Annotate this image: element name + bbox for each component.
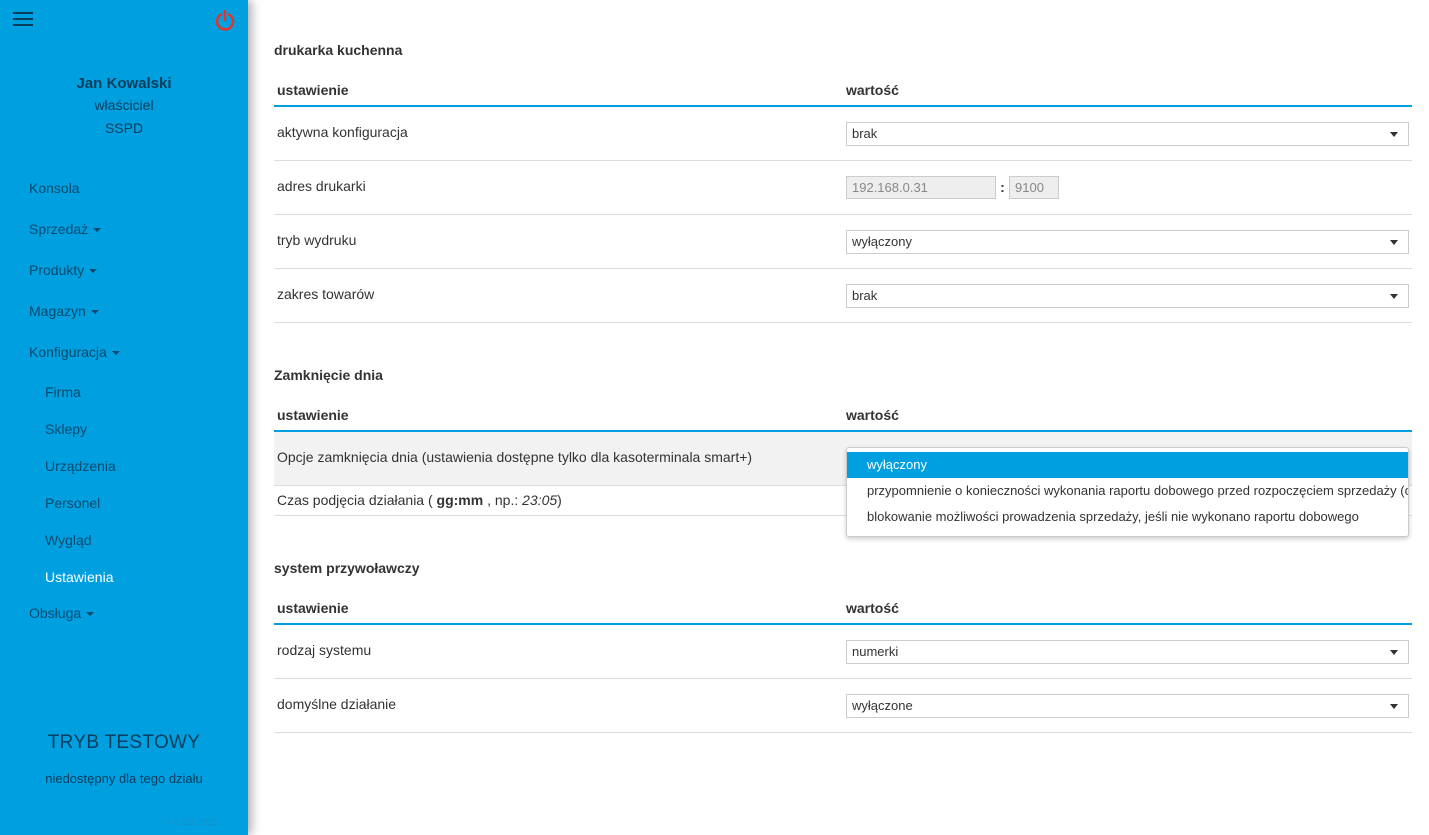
nav-item-konfiguracja[interactable]: Konfiguracja <box>0 340 248 377</box>
nav-item-obsluga[interactable]: Obsługa <box>0 601 248 642</box>
table-row: tryb wydruku wyłączony <box>274 215 1412 269</box>
nav-item-magazyn[interactable]: Magazyn <box>0 299 248 340</box>
time-format: gg:mm <box>436 492 484 508</box>
select-value: brak <box>852 288 878 303</box>
table-row: rodzaj systemu numerki <box>274 625 1412 679</box>
table-header: ustawienie wartość <box>274 401 1412 432</box>
user-role: właściciel <box>94 97 154 113</box>
nav-item-konsola[interactable]: Konsola <box>0 176 248 217</box>
section-title-day-close: Zamknięcie dnia <box>274 367 383 383</box>
nav-label: Sprzedaż <box>29 221 89 237</box>
nav-label: Konsola <box>29 180 80 196</box>
test-mode-note: niedostępny dla tego działu <box>45 771 203 786</box>
version-label: v. 6.111.2015 <box>165 817 218 827</box>
time-label-mid: , np.: <box>487 492 519 508</box>
nav-item-sprzedaz[interactable]: Sprzedaż <box>0 217 248 258</box>
nav-sub-sklepy[interactable]: Sklepy <box>0 414 248 451</box>
nav-sub-urzadzenia[interactable]: Urządzenia <box>0 451 248 488</box>
section-title-printer: drukarka kuchenna <box>274 42 403 58</box>
hamburger-menu-icon[interactable] <box>13 12 33 28</box>
nav-sub-personel[interactable]: Personel <box>0 488 248 525</box>
default-action-label: domyślne działanie <box>277 696 397 712</box>
column-header-value: wartość <box>846 407 899 423</box>
select-value: numerki <box>852 644 899 659</box>
nav-item-produkty[interactable]: Produkty <box>0 258 248 299</box>
time-label-suffix: ) <box>557 492 562 508</box>
day-close-options-label: Opcje zamknięcia dnia (ustawienia dostęp… <box>277 449 753 465</box>
section-title-call-system: system przywoławczy <box>274 560 420 576</box>
table-row: adres drukarki 192.168.0.31:9100 <box>274 161 1412 215</box>
sidebar-nav: Konsola Sprzedaż Produkty Magazyn Konfig… <box>0 176 248 642</box>
column-header-setting: ustawienie <box>277 82 349 98</box>
column-header-value: wartość <box>846 82 899 98</box>
caret-down-icon <box>1390 704 1398 709</box>
call-system-settings-table: ustawienie wartość rodzaj systemu numerk… <box>274 594 1412 733</box>
printer-port-field[interactable]: 9100 <box>1009 176 1059 199</box>
user-info: Jan Kowalski właściciel SSPD <box>0 74 248 140</box>
caret-down-icon <box>90 310 99 315</box>
caret-down-icon <box>89 269 98 274</box>
nav-sub-firma[interactable]: Firma <box>0 377 248 414</box>
test-mode-title: TRYB TESTOWY <box>47 732 201 753</box>
nav-label: Magazyn <box>29 303 86 319</box>
power-icon[interactable] <box>214 9 236 31</box>
column-header-value: wartość <box>846 600 899 616</box>
printer-address-label: adres drukarki <box>277 178 366 194</box>
nav-label: Konfiguracja <box>29 344 107 360</box>
caret-down-icon <box>86 612 95 617</box>
table-header: ustawienie wartość <box>274 76 1412 107</box>
dropdown-option[interactable]: wyłączony <box>847 452 1408 478</box>
address-separator: : <box>1000 179 1005 195</box>
caret-down-icon <box>1390 240 1398 245</box>
dropdown-option[interactable]: blokowanie możliwości prowadzenia sprzed… <box>847 504 1408 530</box>
caret-down-icon <box>1390 294 1398 299</box>
user-name: Jan Kowalski <box>76 75 172 92</box>
column-header-setting: ustawienie <box>277 600 349 616</box>
printer-ip-field[interactable]: 192.168.0.31 <box>846 176 996 199</box>
system-type-select[interactable]: numerki <box>846 640 1409 664</box>
table-header: ustawienie wartość <box>274 594 1412 625</box>
print-mode-label: tryb wydruku <box>277 232 357 248</box>
caret-down-icon <box>111 351 120 356</box>
caret-down-icon <box>1390 650 1398 655</box>
table-row: aktywna konfiguracja brak <box>274 107 1412 161</box>
caret-down-icon <box>1390 132 1398 137</box>
select-value: wyłączone <box>852 698 913 713</box>
print-mode-select[interactable]: wyłączony <box>846 230 1409 254</box>
caret-down-icon <box>93 228 102 233</box>
active-config-select[interactable]: brak <box>846 122 1409 146</box>
table-row: domyślne działanie wyłączone <box>274 679 1412 733</box>
select-value: brak <box>852 126 878 141</box>
active-config-label: aktywna konfiguracja <box>277 124 408 140</box>
goods-range-label: zakres towarów <box>277 286 375 302</box>
select-value: wyłączony <box>852 234 912 249</box>
default-action-select[interactable]: wyłączone <box>846 694 1409 718</box>
column-header-setting: ustawienie <box>277 407 349 423</box>
action-time-label: Czas podjęcia działania ( gg:mm , np.: 2… <box>277 492 562 508</box>
user-shop: SSPD <box>104 120 144 136</box>
system-type-label: rodzaj systemu <box>277 642 372 658</box>
nav-sub-wyglad[interactable]: Wygląd <box>0 525 248 562</box>
goods-range-select[interactable]: brak <box>846 284 1409 308</box>
nav-label: Obsługa <box>29 605 82 621</box>
nav-label: Produkty <box>29 262 85 278</box>
time-example: 23:05 <box>522 492 558 508</box>
table-row: zakres towarów brak <box>274 269 1412 323</box>
day-close-options-dropdown[interactable]: wyłączony przypomnienie o konieczności w… <box>846 447 1409 537</box>
time-label-prefix: Czas podjęcia działania ( <box>277 492 433 508</box>
nav-sub-ustawienia[interactable]: Ustawienia <box>0 562 248 599</box>
sidebar: Jan Kowalski właściciel SSPD Konsola Spr… <box>0 0 248 835</box>
printer-settings-table: ustawienie wartość aktywna konfiguracja … <box>274 76 1412 323</box>
dropdown-option[interactable]: przypomnienie o konieczności wykonania r… <box>847 478 1408 504</box>
